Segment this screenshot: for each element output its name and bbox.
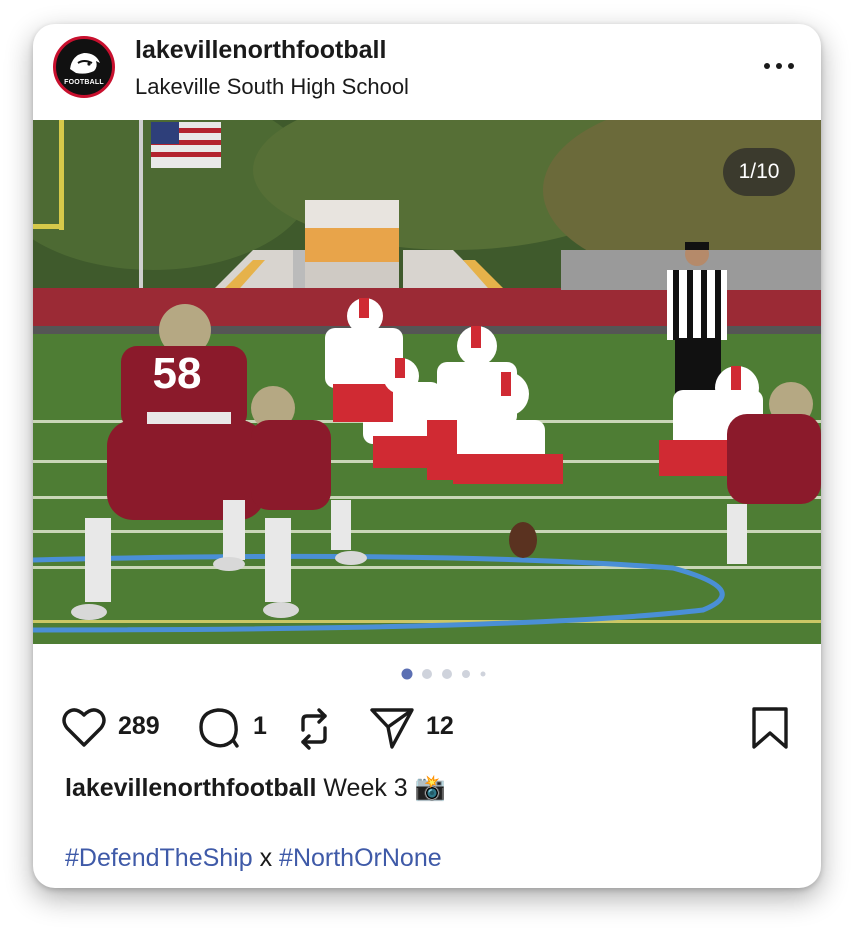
post-card: FOOTBALL lakevillenorthfootball Lakevill… (33, 24, 821, 888)
more-horizontal-icon[interactable] (761, 54, 797, 78)
carousel-dot-active[interactable] (401, 668, 413, 680)
send-icon[interactable] (369, 706, 415, 750)
share-count[interactable]: 12 (426, 712, 454, 741)
caption-username[interactable]: lakevillenorthfootball (65, 774, 316, 802)
football-scene-image: 58 (33, 120, 821, 644)
post-photo[interactable]: 58 1/10 (33, 120, 821, 644)
carousel-dot[interactable] (442, 669, 452, 679)
panther-logo-icon (70, 53, 100, 74)
post-hashtags: #DefendTheShip x #NorthOrNone (65, 844, 442, 873)
post-username[interactable]: lakevillenorthfootball (135, 36, 386, 65)
comment-count[interactable]: 1 (253, 712, 267, 741)
photo-counter: 1/10 (723, 148, 795, 196)
post-header: FOOTBALL lakevillenorthfootball Lakevill… (33, 24, 821, 120)
caption-text: Week 3 📸 (323, 774, 446, 802)
carousel-dots (401, 668, 486, 680)
hashtag-separator: x (259, 844, 273, 872)
bookmark-icon[interactable] (751, 706, 789, 750)
hashtag-link[interactable]: #NorthOrNone (279, 844, 442, 872)
action-bar: 289 1 12 (33, 700, 821, 756)
repost-icon[interactable] (293, 706, 335, 752)
post-caption: lakevillenorthfootball Week 3 📸 (65, 774, 446, 803)
post-location[interactable]: Lakeville South High School (135, 74, 409, 100)
comment-icon[interactable] (197, 706, 241, 750)
hashtag-link[interactable]: #DefendTheShip (65, 844, 253, 872)
avatar-label: FOOTBALL (64, 79, 104, 86)
carousel-dot[interactable] (462, 670, 470, 678)
carousel-dot[interactable] (422, 669, 432, 679)
carousel-dot[interactable] (480, 671, 486, 677)
like-count[interactable]: 289 (118, 712, 160, 741)
heart-icon[interactable] (61, 706, 107, 748)
avatar[interactable]: FOOTBALL (53, 36, 115, 98)
jersey-number: 58 (153, 349, 202, 398)
